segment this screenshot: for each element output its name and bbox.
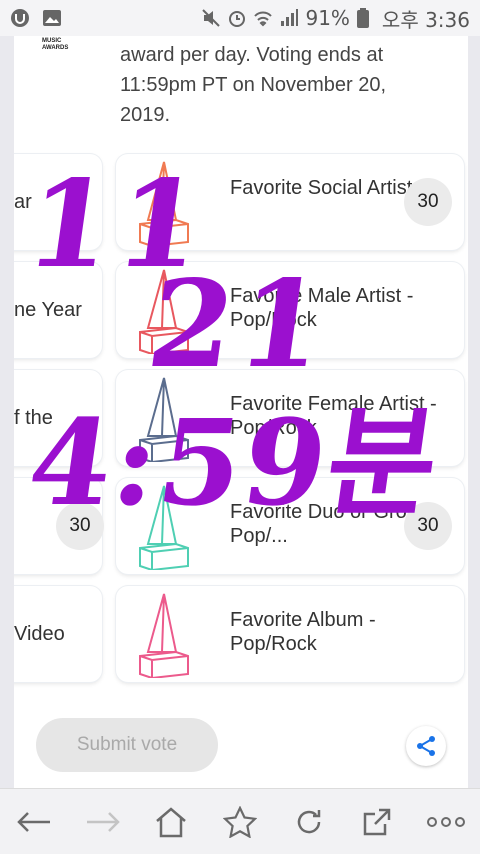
forward-button[interactable]: [81, 800, 125, 844]
category-title: Favorite Male Artist - Pop/Rock: [230, 285, 414, 331]
category-card-favorite-female-artist[interactable]: Favorite Female Artist - Pop/Rock: [116, 370, 464, 466]
trophy-icon: [139, 593, 189, 678]
home-icon: [156, 806, 187, 837]
category-card-favorite-male-artist[interactable]: Favorite Male Artist - Pop/Rock: [116, 262, 464, 358]
back-arrow-icon: [17, 811, 51, 832]
logo-line-2: AWARDS: [42, 45, 69, 51]
back-button[interactable]: [12, 800, 56, 844]
category-title: Video: [14, 622, 65, 645]
wifi-icon: [253, 8, 273, 28]
category-title: f the: [14, 406, 53, 429]
more-button[interactable]: [424, 800, 468, 844]
category-card-left-3[interactable]: f the: [14, 370, 102, 466]
u-app-icon: [10, 8, 30, 28]
status-bar: 91% 오후 3:36: [0, 0, 480, 36]
share-icon: [417, 736, 435, 756]
category-card-left-1[interactable]: ar: [14, 154, 102, 250]
bookmark-button[interactable]: [218, 800, 262, 844]
vote-count-badge[interactable]: 30: [404, 178, 452, 226]
signal-icon: [279, 8, 299, 28]
clock: 오후 3:36: [381, 7, 470, 32]
category-title: ar: [14, 190, 32, 213]
refresh-icon: [297, 809, 320, 833]
intro-line-2: 11:59pm PT on November 20,: [120, 74, 387, 96]
category-card-left-4[interactable]: 30: [14, 478, 104, 574]
bookmark-star-icon: [222, 805, 257, 838]
submit-vote-button[interactable]: Submit vote: [36, 718, 218, 772]
share-page-button[interactable]: [355, 800, 399, 844]
category-title: Favorite Female Artist - Pop/Rock: [230, 393, 437, 439]
voting-info-text: award per day. Voting ends at 11:59pm PT…: [120, 40, 450, 130]
share-button[interactable]: [406, 726, 446, 766]
category-title: ne Year: [14, 298, 82, 321]
category-card-favorite-duo-or-group[interactable]: Favorite Duo or Group - Pop/... 30: [116, 478, 464, 574]
intro-line-1: award per day. Voting ends at: [120, 44, 384, 66]
alarm-icon: [227, 8, 247, 28]
share-out-icon: [363, 808, 391, 835]
vote-count-badge[interactable]: 30: [56, 502, 104, 550]
ama-logo: MUSIC AWARDS: [42, 38, 98, 52]
more-dots-icon: [426, 816, 465, 827]
trophy-icon: [139, 377, 189, 462]
battery-percent: 91%: [305, 6, 350, 30]
image-icon: [42, 8, 62, 28]
voting-page: MUSIC AWARDS award per day. Voting ends …: [14, 36, 468, 788]
trophy-icon: [139, 161, 189, 246]
home-button[interactable]: [149, 800, 193, 844]
trophy-icon: [139, 485, 189, 570]
logo-line-1: MUSIC: [42, 38, 62, 44]
vote-count-badge[interactable]: 30: [404, 502, 452, 550]
mute-icon: [201, 8, 221, 28]
browser-nav-bar: [0, 788, 480, 854]
category-card-left-5[interactable]: Video: [14, 586, 102, 682]
trophy-icon: [139, 269, 189, 354]
category-card-favorite-social-artist[interactable]: Favorite Social Artist 30: [116, 154, 464, 250]
forward-arrow-icon: [86, 811, 120, 832]
intro-line-3: 2019.: [120, 104, 171, 126]
category-card-left-2[interactable]: ne Year: [14, 262, 102, 358]
category-card-favorite-album[interactable]: Favorite Album - Pop/Rock: [116, 586, 464, 682]
refresh-button[interactable]: [287, 800, 331, 844]
battery-icon: [356, 8, 376, 28]
category-title: Favorite Album - Pop/Rock: [230, 609, 376, 655]
